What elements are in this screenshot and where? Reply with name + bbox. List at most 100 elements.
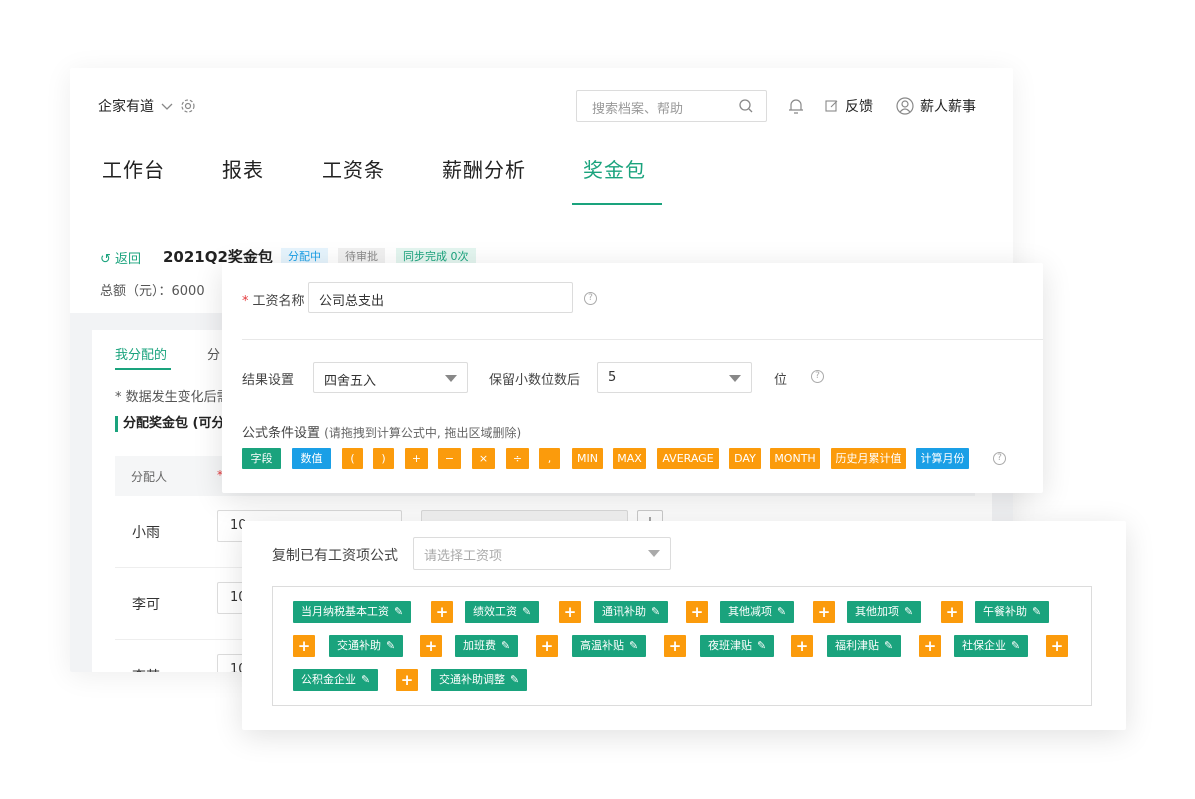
tag-label: 其他减项 [728,605,772,618]
chip-comma[interactable]: , [539,448,560,469]
gear-icon[interactable] [180,98,196,114]
plus-operator[interactable]: + [1046,635,1068,657]
plus-operator[interactable]: + [396,669,418,691]
formula-tag[interactable]: 交通补助调整 ✎ [431,669,528,691]
salary-item-select[interactable]: 请选择工资项 [413,537,671,570]
plus-operator[interactable]: + [559,601,581,623]
chip-calc-month[interactable]: 计算月份 [916,448,969,469]
search-placeholder: 搜索档案、帮助 [592,102,684,117]
formula-tag[interactable]: 其他加项 ✎ [847,601,922,623]
tag-label: 社保企业 [962,639,1006,652]
formula-tag[interactable]: 交通补助 ✎ [329,635,404,657]
chip-max[interactable]: MAX [613,448,646,469]
plus-operator[interactable]: + [791,635,813,657]
pencil-icon[interactable]: ✎ [757,639,766,652]
nav-workbench[interactable]: 工作台 [102,154,165,183]
nav-bonus-pack[interactable]: 奖金包 [583,154,646,183]
formula-tag[interactable]: 社保企业 ✎ [954,635,1029,657]
help-icon[interactable]: ? [811,370,824,383]
formula-tag[interactable]: 加班费 ✎ [455,635,519,657]
row-name: 李茶 [132,666,160,672]
total-amount: 总额（元）：6000 [100,284,205,299]
plus-operator[interactable]: + [686,601,708,623]
search-icon[interactable] [738,98,754,114]
plus-operator[interactable]: + [813,601,835,623]
chip-month[interactable]: MONTH [770,448,820,469]
formula-tag[interactable]: 福利津贴 ✎ [827,635,902,657]
tag-label: 当月纳税基本工资 [301,605,389,618]
nav-salary-analysis[interactable]: 薪酬分析 [442,154,526,183]
back-label: 返回 [115,252,142,267]
help-icon[interactable]: ? [584,292,597,305]
nav-payslip[interactable]: 工资条 [322,154,385,183]
chip-divide[interactable]: ÷ [506,448,529,469]
formula-tag-area[interactable]: 当月纳税基本工资 ✎ + 绩效工资 ✎ + 通讯补助 ✎ + 其他减项 ✎ + 其他加项… [272,586,1092,706]
plus-operator[interactable]: + [941,601,963,623]
tab-my-allocations[interactable]: 我分配的 [115,344,167,363]
tag-label: 高温补贴 [580,639,624,652]
feedback-label: 反馈 [845,99,873,115]
chip-field[interactable]: 字段 [242,448,281,469]
company-name: 企家有道 [98,99,154,115]
tag-label: 午餐补助 [983,605,1027,618]
company-switcher[interactable]: 企家有道 [98,96,196,116]
pencil-icon[interactable]: ✎ [904,605,913,618]
formula-tag[interactable]: 午餐补助 ✎ [975,601,1050,623]
pencil-icon[interactable]: ✎ [629,639,638,652]
chip-average[interactable]: AVERAGE [657,448,719,469]
decimal-select[interactable]: 5 [597,362,752,393]
pencil-icon[interactable]: ✎ [394,605,403,618]
plus-operator[interactable]: + [420,635,442,657]
salary-name-label: * 工资名称 [242,290,305,309]
rounding-value: 四舍五入 [324,374,377,389]
formula-tag[interactable]: 其他减项 ✎ [720,601,795,623]
tab-other[interactable]: 分 [207,344,220,363]
formula-tag[interactable]: 公积金企业 ✎ [293,669,379,691]
pencil-icon[interactable]: ✎ [1032,605,1041,618]
required-mark: * [242,294,249,309]
pencil-icon[interactable]: ✎ [522,605,531,618]
chip-historical-cumulative[interactable]: 历史月累计值 [831,448,906,469]
plus-operator[interactable]: + [536,635,558,657]
formula-tag[interactable]: 高温补贴 ✎ [572,635,647,657]
pencil-icon[interactable]: ✎ [386,639,395,652]
pencil-icon[interactable]: ✎ [884,639,893,652]
chip-multiply[interactable]: × [472,448,495,469]
pencil-icon[interactable]: ✎ [361,673,370,686]
salary-name-input[interactable]: 公司总支出 [308,282,573,313]
pencil-icon[interactable]: ✎ [651,605,660,618]
chip-close-paren[interactable]: ) [373,448,394,469]
formula-tag[interactable]: 通讯补助 ✎ [594,601,669,623]
formula-tag[interactable]: 当月纳税基本工资 ✎ [293,601,412,623]
chip-day[interactable]: DAY [729,448,761,469]
chip-plus[interactable]: + [405,448,428,469]
back-link[interactable]: ↺ 返回 [100,248,141,267]
pencil-icon[interactable]: ✎ [1011,639,1020,652]
plus-operator[interactable]: + [293,635,315,657]
rounding-select[interactable]: 四舍五入 [313,362,468,393]
chip-min[interactable]: MIN [572,448,603,469]
plus-operator[interactable]: + [431,601,453,623]
pencil-icon[interactable]: ✎ [501,639,510,652]
formula-tag[interactable]: 夜班津贴 ✎ [700,635,775,657]
chevron-down-icon [161,103,173,110]
tag-label: 通讯补助 [602,605,646,618]
chip-minus[interactable]: − [438,448,461,469]
bell-icon[interactable] [788,97,804,115]
decimal-value: 5 [608,370,617,385]
plus-operator[interactable]: + [664,635,686,657]
pencil-icon[interactable]: ✎ [510,673,519,686]
nav-reports[interactable]: 报表 [222,154,264,183]
user-name: 薪人薪事 [920,99,976,115]
decimal-unit: 位 [774,373,788,388]
help-icon[interactable]: ? [993,452,1006,465]
plus-operator[interactable]: + [919,635,941,657]
formula-tag[interactable]: 绩效工资 ✎ [465,601,540,623]
search-input[interactable]: 搜索档案、帮助 [576,90,767,122]
dropdown-arrow-icon [445,375,457,382]
chip-open-paren[interactable]: ( [342,448,363,469]
user-menu[interactable]: 薪人薪事 [896,96,976,116]
pencil-icon[interactable]: ✎ [777,605,786,618]
feedback-link[interactable]: 反馈 [825,96,873,116]
chip-number[interactable]: 数值 [292,448,331,469]
